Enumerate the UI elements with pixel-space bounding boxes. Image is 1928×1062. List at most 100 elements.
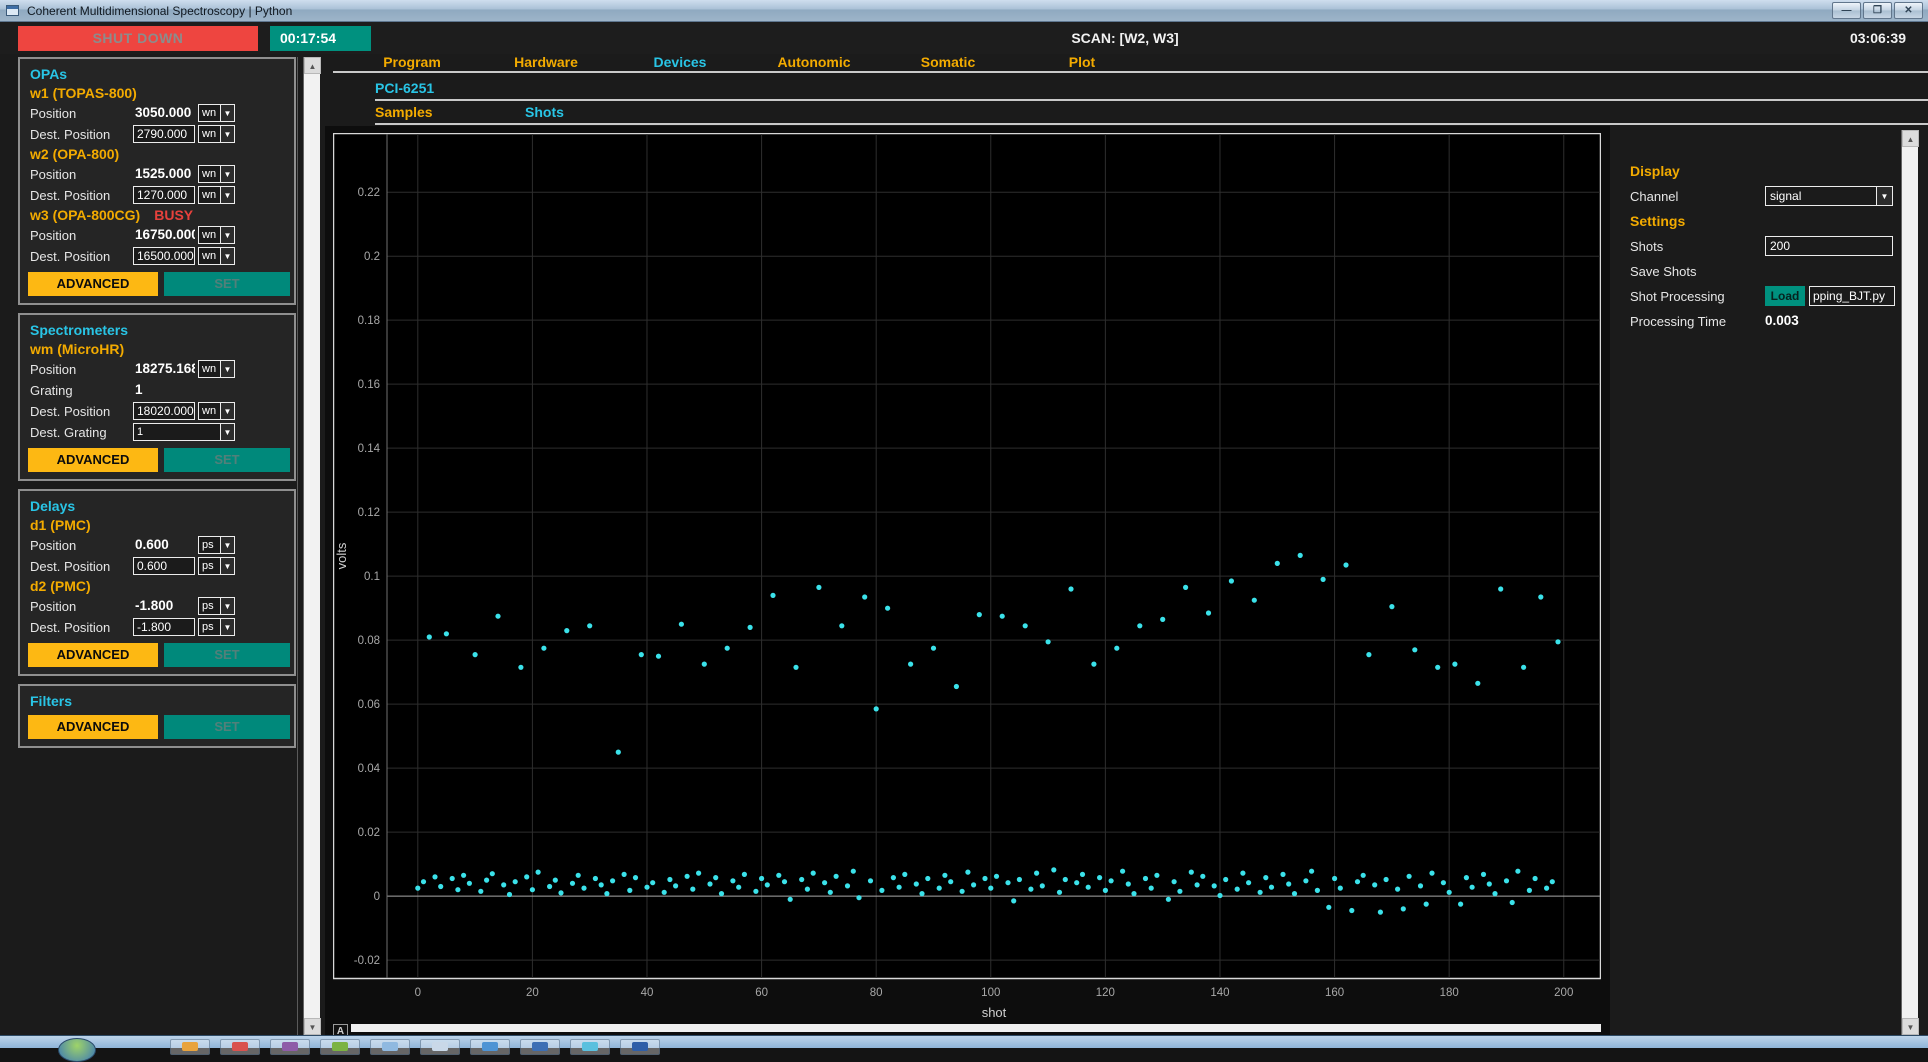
scroll-down-icon[interactable]: ▼ (304, 1018, 321, 1035)
chevron-down-icon[interactable]: ▼ (220, 403, 234, 419)
taskbar-icon[interactable] (270, 1039, 310, 1055)
chevron-down-icon[interactable]: ▼ (220, 227, 234, 243)
taskbar-icon[interactable] (420, 1039, 460, 1055)
advanced-button[interactable]: ADVANCED (28, 715, 158, 739)
unit-select[interactable]: ps▼ (198, 536, 235, 554)
dest-position-input[interactable]: 16500.000 (133, 247, 195, 265)
data-point (1286, 881, 1291, 886)
taskbar-icon[interactable] (520, 1039, 560, 1055)
chevron-down-icon[interactable]: ▼ (220, 248, 234, 264)
menu-item-hardware[interactable]: Hardware (479, 54, 613, 72)
chevron-down-icon[interactable]: ▼ (220, 619, 234, 635)
chevron-down-icon[interactable]: ▼ (220, 105, 234, 121)
inspector-label: Save Shots (1630, 264, 1697, 279)
restore-button[interactable]: ❐ (1863, 2, 1892, 19)
position-value: 0.600 (135, 537, 195, 552)
data-point (1183, 585, 1188, 590)
window-titlebar[interactable]: Coherent Multidimensional Spectroscopy |… (0, 0, 1928, 22)
taskbar-icon[interactable] (470, 1039, 510, 1055)
taskbar-icon[interactable] (570, 1039, 610, 1055)
menu-item-autonomic[interactable]: Autonomic (747, 54, 881, 72)
plot-canvas[interactable] (334, 134, 1601, 979)
chevron-down-icon[interactable]: ▼ (220, 537, 234, 553)
data-point (570, 881, 575, 886)
load-button[interactable]: Load (1765, 286, 1805, 306)
unit-select[interactable]: wn▼ (198, 247, 235, 265)
close-button[interactable]: ✕ (1894, 2, 1923, 19)
menu-item-program[interactable]: Program (345, 54, 479, 72)
start-button[interactable] (58, 1038, 96, 1062)
taskbar-icon[interactable] (320, 1039, 360, 1055)
unit-select[interactable]: wn▼ (198, 402, 235, 420)
dest-position-input[interactable]: 0.600 (133, 557, 195, 575)
dest-position-input[interactable]: 18020.000 (133, 402, 195, 420)
chevron-down-icon[interactable]: ▼ (1876, 187, 1892, 205)
advanced-button[interactable]: ADVANCED (28, 272, 158, 296)
field-row: Dest. Position2790.000wn▼ (20, 124, 294, 145)
tab-shots[interactable]: Shots (525, 104, 564, 120)
data-point (1126, 881, 1131, 886)
data-point (432, 874, 437, 879)
dest-grating-select[interactable]: 1▼ (133, 423, 235, 441)
unit-select[interactable]: wn▼ (198, 360, 235, 378)
windows-taskbar[interactable] (0, 1035, 1928, 1048)
taskbar-icon[interactable] (220, 1039, 260, 1055)
menu-item-plot[interactable]: Plot (1015, 54, 1149, 72)
unit-select[interactable]: wn▼ (198, 125, 235, 143)
plot-hscrollbar[interactable] (351, 1024, 1601, 1032)
menu-item-devices[interactable]: Devices (613, 54, 747, 72)
unit-select[interactable]: ps▼ (198, 618, 235, 636)
shots-input[interactable]: 200 (1765, 236, 1893, 256)
data-point (965, 870, 970, 875)
minimize-button[interactable]: — (1832, 2, 1861, 19)
set-button[interactable]: SET (164, 272, 290, 296)
dest-position-input[interactable]: 2790.000 (133, 125, 195, 143)
dest-position-input[interactable]: -1.800 (133, 618, 195, 636)
group-title: wm (MicroHR) (30, 341, 294, 358)
chevron-down-icon[interactable]: ▼ (220, 166, 234, 182)
chevron-down-icon[interactable]: ▼ (220, 126, 234, 142)
unit-select[interactable]: wn▼ (198, 226, 235, 244)
chevron-down-icon[interactable]: ▼ (220, 598, 234, 614)
unit-select[interactable]: ps▼ (198, 597, 235, 615)
scroll-up-icon[interactable]: ▲ (304, 57, 321, 74)
unit-select[interactable]: wn▼ (198, 104, 235, 122)
data-point (421, 879, 426, 884)
data-point (1195, 882, 1200, 887)
set-button[interactable]: SET (164, 643, 290, 667)
data-point (1040, 883, 1045, 888)
chevron-down-icon[interactable]: ▼ (220, 361, 234, 377)
dest-position-input[interactable]: 1270.000 (133, 186, 195, 204)
inspector-scrollbar[interactable]: ▲ ▼ (1901, 130, 1918, 1035)
y-tick-label: 0.12 (358, 507, 380, 519)
taskbar-icon[interactable] (170, 1039, 210, 1055)
advanced-button[interactable]: ADVANCED (28, 448, 158, 472)
taskbar-icon[interactable] (620, 1039, 660, 1055)
scroll-down-icon[interactable]: ▼ (1902, 1018, 1919, 1035)
data-point (467, 881, 472, 886)
unit-select[interactable]: ps▼ (198, 557, 235, 575)
menu-item-somatic[interactable]: Somatic (881, 54, 1015, 72)
data-point (1246, 880, 1251, 885)
channel-select[interactable]: signal▼ (1765, 186, 1893, 206)
data-point (1441, 880, 1446, 885)
chevron-down-icon[interactable]: ▼ (220, 558, 234, 574)
unit-value: wn (199, 248, 220, 264)
processing-file-input[interactable]: pping_BJT.py (1809, 286, 1895, 306)
advanced-button[interactable]: ADVANCED (28, 643, 158, 667)
unit-select[interactable]: wn▼ (198, 186, 235, 204)
tab-samples[interactable]: Samples (375, 104, 433, 120)
group-title: w1 (TOPAS-800) (30, 85, 294, 102)
sidebar-scrollbar[interactable]: ▲ ▼ (303, 57, 320, 1035)
set-button[interactable]: SET (164, 448, 290, 472)
data-point (679, 622, 684, 627)
taskbar-icon[interactable] (370, 1039, 410, 1055)
shutdown-button[interactable]: SHUT DOWN (18, 26, 258, 51)
scatter-plot[interactable]: -0.0200.020.040.060.080.10.120.140.160.1… (333, 133, 1601, 1025)
chevron-down-icon[interactable]: ▼ (220, 187, 234, 203)
set-button[interactable]: SET (164, 715, 290, 739)
scroll-up-icon[interactable]: ▲ (1902, 130, 1919, 147)
tab-pci-6251[interactable]: PCI-6251 (375, 80, 434, 96)
chevron-down-icon[interactable]: ▼ (220, 424, 234, 440)
unit-select[interactable]: wn▼ (198, 165, 235, 183)
